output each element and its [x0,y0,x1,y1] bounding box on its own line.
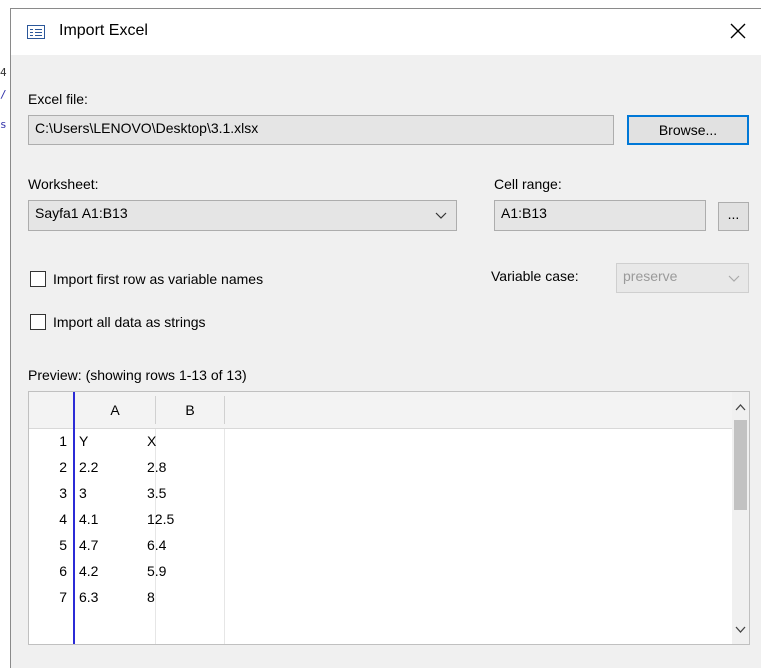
variable-case-label: Variable case: [491,268,579,284]
worksheet-selected-value: Sayfa1 A1:B13 [35,205,128,221]
cell-b: X [147,433,157,449]
grid-header: A B [29,392,732,429]
row-number: 5 [59,537,67,553]
table-row[interactable]: 1 Y X [29,429,732,455]
close-button[interactable] [715,9,761,55]
chevron-up-icon[interactable] [735,404,746,411]
row-number: 2 [59,459,67,475]
cell-a: 6.3 [79,589,99,605]
cell-range-field[interactable]: A1:B13 [494,200,706,231]
column-header-b[interactable]: B [156,392,224,428]
worksheet-label: Worksheet: [28,176,99,192]
cell-b: 5.9 [147,563,167,579]
cell-b: 12.5 [147,511,175,527]
close-icon [730,23,746,39]
row-number: 4 [59,511,67,527]
all-strings-label: Import all data as strings [53,314,206,330]
preview-grid[interactable]: A B 1 Y X 2 2.2 2.8 3 3 3.5 4 4.1 12.5 5… [28,391,750,645]
chevron-down-icon [435,212,447,219]
row-number: 3 [59,485,67,501]
table-row[interactable]: 2 2.2 2.8 [29,455,732,481]
cell-b: 8 [147,589,155,605]
variable-case-value: preserve [623,268,678,284]
row-number: 6 [59,563,67,579]
cell-a: 4.7 [79,537,99,553]
grid-rows: 1 Y X 2 2.2 2.8 3 3 3.5 4 4.1 12.5 5 4.7 [29,429,732,611]
row-number: 1 [59,433,67,449]
worksheet-select[interactable]: Sayfa1 A1:B13 [28,200,457,231]
all-strings-checkbox[interactable] [30,314,46,330]
browse-button[interactable]: Browse... [627,115,749,145]
excel-file-label: Excel file: [28,91,88,107]
table-row[interactable]: 5 4.7 6.4 [29,533,732,559]
table-row[interactable]: 4 4.1 12.5 [29,507,732,533]
cell-b: 3.5 [147,485,167,501]
chevron-down-icon[interactable] [735,626,746,633]
column-header-a[interactable]: A [75,392,155,428]
cell-range-label: Cell range: [494,176,562,192]
cell-a: 4.2 [79,563,99,579]
import-excel-dialog: Import Excel Excel file: C:\Users\LENOVO… [10,8,761,668]
background-text: 4 [0,66,7,79]
dialog-title: Import Excel [59,22,148,39]
table-import-icon [27,25,45,39]
preview-label: Preview: (showing rows 1-13 of 13) [28,367,247,383]
cell-b: 2.8 [147,459,167,475]
cell-a: 4.1 [79,511,99,527]
first-row-names-label: Import first row as variable names [53,271,264,287]
scrollbar-thumb[interactable] [734,420,747,510]
title-bar: Import Excel [11,9,761,55]
cell-a: 3 [79,485,87,501]
cell-range-picker-button[interactable]: ... [718,202,749,231]
row-number: 7 [59,589,67,605]
cell-b: 6.4 [147,537,167,553]
background-text: / [0,88,7,101]
cell-a: 2.2 [79,459,99,475]
chevron-down-icon [728,275,740,282]
table-row[interactable]: 7 6.3 8 [29,585,732,611]
first-row-names-checkbox[interactable] [30,271,46,287]
excel-file-field[interactable]: C:\Users\LENOVO\Desktop\3.1.xlsx [28,115,614,145]
vertical-scrollbar[interactable] [732,392,749,644]
variable-case-select[interactable]: preserve [616,263,749,293]
table-row[interactable]: 3 3 3.5 [29,481,732,507]
background-text: s [0,118,7,131]
cell-a: Y [79,433,89,449]
table-row[interactable]: 6 4.2 5.9 [29,559,732,585]
